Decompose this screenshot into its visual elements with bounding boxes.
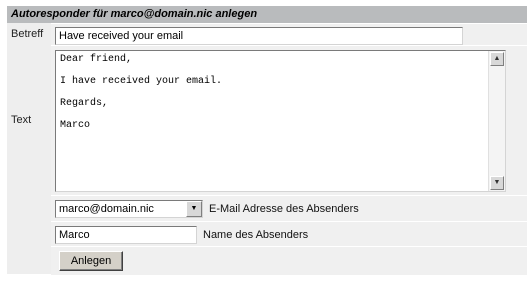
text-cell: Dear friend, I have received your email.… bbox=[51, 45, 527, 196]
text-label: Text bbox=[7, 45, 51, 195]
submit-button[interactable]: Anlegen bbox=[59, 251, 123, 271]
message-text: Dear friend, I have received your email.… bbox=[60, 54, 223, 131]
submit-cell: Anlegen bbox=[51, 246, 527, 275]
sender-name-cell: Marco Name des Absenders bbox=[51, 221, 527, 247]
subject-input[interactable]: Have received your email bbox=[55, 27, 463, 45]
sender-name-label-cell bbox=[7, 221, 51, 246]
submit-label-cell bbox=[7, 246, 51, 274]
sender-email-select[interactable]: marco@domain.nic ▼ bbox=[55, 200, 203, 218]
form-title: Autoresponder für marco@domain.nic anleg… bbox=[7, 6, 527, 23]
sender-email-label-cell bbox=[7, 195, 51, 221]
sender-name-input[interactable]: Marco bbox=[55, 226, 197, 244]
sender-email-hint: E-Mail Adresse des Absenders bbox=[209, 203, 359, 215]
textarea-scrollbar[interactable]: ▲ ▼ bbox=[488, 51, 505, 191]
sender-email-cell: marco@domain.nic ▼ E-Mail Adresse des Ab… bbox=[51, 195, 527, 222]
sender-name-hint: Name des Absenders bbox=[203, 229, 309, 241]
arrow-down-icon[interactable]: ▼ bbox=[490, 176, 504, 190]
autoresponder-form: Autoresponder für marco@domain.nic anleg… bbox=[7, 6, 527, 282]
sender-email-value: marco@domain.nic bbox=[59, 203, 154, 215]
arrow-up-icon[interactable]: ▲ bbox=[490, 52, 504, 66]
subject-cell: Have received your email bbox=[51, 23, 527, 46]
chevron-down-icon[interactable]: ▼ bbox=[186, 201, 202, 217]
message-textarea[interactable]: Dear friend, I have received your email.… bbox=[55, 50, 506, 192]
subject-label: Betreff bbox=[7, 23, 51, 45]
